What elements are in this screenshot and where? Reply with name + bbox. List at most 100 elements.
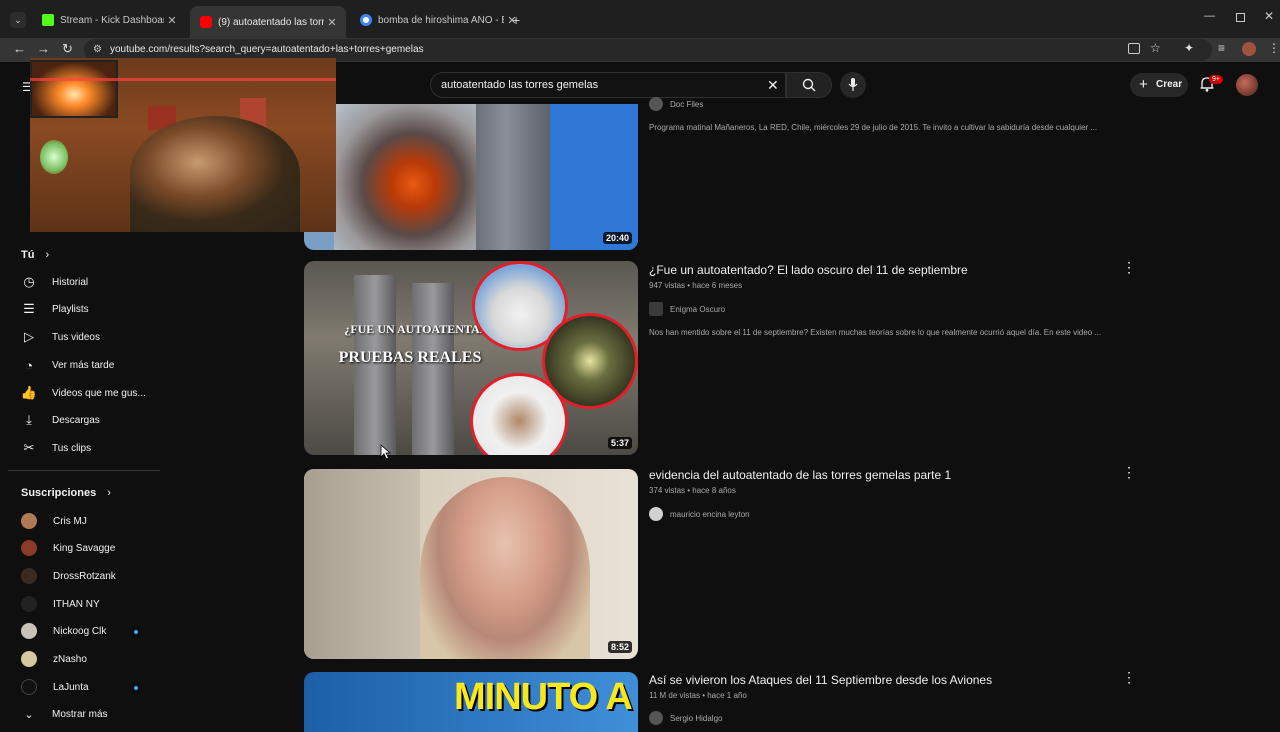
reload-icon[interactable]: ↻: [62, 41, 73, 57]
channel-name: mauricio encina leyton: [670, 509, 750, 519]
install-app-icon[interactable]: [1128, 43, 1140, 54]
video-thumbnail[interactable]: 20:40: [304, 104, 638, 250]
sidebar-item-playlists[interactable]: ☰ Playlists: [20, 297, 89, 321]
tab-title: (9) autoatentado las torres gem: [218, 16, 324, 28]
mouse-cursor-icon: [380, 444, 392, 460]
search-button[interactable]: [786, 72, 832, 98]
led-strip-area: [30, 78, 336, 81]
duration-badge: 20:40: [602, 232, 632, 244]
forward-icon[interactable]: →: [37, 41, 50, 56]
sidebar-item-liked-videos[interactable]: 👍 Videos que me gus...: [20, 381, 146, 405]
avatar: [649, 97, 663, 111]
create-button[interactable]: + Crear: [1130, 73, 1188, 97]
kick-favicon-icon: [42, 14, 54, 26]
sidebar-sub-king-savagge[interactable]: King Savagge: [20, 536, 115, 560]
sidebar-sub-drossrotzank[interactable]: DrossRotzank: [20, 564, 116, 588]
sidebar-sub-lajunta[interactable]: LaJunta: [20, 675, 89, 699]
sidebar-item-history[interactable]: ◷ Historial: [20, 270, 88, 294]
sidebar-item-downloads[interactable]: ⤓ Descargas: [20, 408, 100, 432]
sidebar-item-label: Cris MJ: [53, 515, 87, 527]
you-section-header[interactable]: Tú ›: [21, 249, 49, 261]
channel-name: Doc Files: [670, 99, 704, 109]
search-icon: [802, 78, 816, 92]
sidebar-item-clips[interactable]: ✂ Tus clips: [20, 436, 92, 460]
avatar: [21, 679, 37, 695]
portrait-image-area: [420, 477, 590, 659]
tab-title: bomba de hiroshima AÑO - Bu: [378, 14, 504, 26]
profile-avatar[interactable]: [1242, 42, 1256, 56]
more-actions-icon[interactable]: ⋮: [1122, 260, 1136, 274]
new-tab-plus-icon[interactable]: +: [512, 12, 520, 28]
channel-link[interactable]: Enigma Oscuro: [649, 301, 725, 317]
close-window-button[interactable]: ✕: [1264, 9, 1274, 23]
channel-name: Sergio Hidalgo: [670, 713, 723, 723]
tower-image-area: [412, 283, 454, 455]
close-icon[interactable]: ✕: [164, 14, 180, 27]
video-description: Programa matinal Mañaneros, La RED, Chil…: [649, 123, 1098, 132]
sidebar-divider: [8, 470, 160, 471]
channel-link[interactable]: mauricio encina leyton: [649, 506, 750, 522]
video-title[interactable]: Así se vivieron los Ataques del 11 Septi…: [649, 673, 992, 687]
tab-google-search[interactable]: bomba de hiroshima AÑO - Bu ✕: [350, 8, 526, 32]
clear-search-icon[interactable]: ✕: [767, 73, 779, 97]
person-image-area: [130, 116, 300, 232]
sidebar-item-label: Videos que me gus...: [52, 387, 146, 399]
channel-name: Enigma Oscuro: [670, 304, 726, 314]
video-meta: 947 vistas • hace 6 meses: [649, 281, 743, 290]
search-input[interactable]: autoatentado las torres gemelas ✕: [430, 72, 786, 98]
playlists-icon: ☰: [23, 301, 35, 316]
close-icon[interactable]: ✕: [324, 16, 340, 29]
back-icon[interactable]: ←: [13, 41, 26, 56]
media-controls-icon[interactable]: ≡: [1218, 41, 1225, 55]
sidebar-item-label: DrossRotzank: [53, 570, 116, 582]
video-title[interactable]: evidencia del autoatentado de las torres…: [649, 468, 951, 482]
sidebar-item-label: Tus clips: [52, 442, 92, 454]
channel-link[interactable]: Doc Files: [649, 96, 703, 112]
video-title[interactable]: ¿Fue un autoatentado? El lado oscuro del…: [649, 263, 968, 277]
chevron-down-icon: ⌄: [24, 708, 34, 721]
sidebar-show-more[interactable]: ⌄ Mostrar más: [20, 702, 107, 726]
chevron-right-icon: ›: [107, 487, 111, 499]
video-thumbnail[interactable]: 8:52: [304, 469, 638, 659]
tab-kick-dashboard[interactable]: Stream - Kick Dashboard ✕: [32, 8, 186, 32]
browser-menu-icon[interactable]: ⋮: [1268, 41, 1280, 55]
avatar: [21, 568, 37, 584]
thumbnail-caption: PRUEBAS REALES: [338, 349, 482, 366]
tab-search-button[interactable]: ⌄: [10, 12, 26, 28]
sidebar-item-label: Playlists: [52, 303, 89, 315]
sidebar-sub-nickoog-clk[interactable]: Nickoog Clk: [20, 619, 106, 643]
sidebar-sub-ithan-ny[interactable]: ITHAN NY: [20, 592, 100, 616]
youtube-favicon-icon: [200, 16, 212, 28]
sidebar-item-label: King Savagge: [53, 542, 116, 554]
avatar: [21, 513, 37, 529]
tab-youtube-search[interactable]: (9) autoatentado las torres gem ✕: [190, 6, 346, 38]
plus-icon: +: [1139, 76, 1148, 93]
more-actions-icon[interactable]: ⋮: [1122, 670, 1136, 684]
more-actions-icon[interactable]: ⋮: [1122, 465, 1136, 479]
webcam-overlay: [30, 58, 336, 232]
thumbnail-caption: MINUTO A: [454, 676, 633, 718]
duration-badge: 5:37: [607, 437, 632, 449]
bookmark-star-icon[interactable]: ☆: [1150, 41, 1161, 55]
sidebar-sub-znasho[interactable]: zNasho: [20, 647, 87, 671]
restore-button[interactable]: [1236, 13, 1245, 22]
channel-link[interactable]: Sergio Hidalgo: [649, 710, 722, 726]
liked-icon: 👍: [20, 385, 38, 400]
avatar: [21, 623, 37, 639]
sidebar-sub-cris-mj[interactable]: Cris MJ: [20, 509, 87, 533]
subscriptions-header[interactable]: Suscripciones ›: [21, 487, 111, 499]
fireplace-screen-area: [30, 60, 118, 118]
your-videos-icon: ▷: [24, 329, 34, 344]
video-thumbnail[interactable]: ¿FUE UN AUTOATENTADO? PRUEBAS REALES 5:3…: [304, 261, 638, 455]
create-label: Crear: [1156, 79, 1183, 90]
video-thumbnail[interactable]: MINUTO A: [304, 672, 638, 732]
account-avatar[interactable]: [1236, 74, 1258, 96]
extensions-icon[interactable]: ✦: [1184, 41, 1194, 55]
minimize-button[interactable]: —: [1204, 10, 1215, 22]
tab-title: Stream - Kick Dashboard: [60, 14, 164, 26]
smoke-image-area: [334, 104, 478, 250]
sidebar-item-watch-later[interactable]: ◔ Ver más tarde: [20, 353, 114, 377]
sidebar-item-your-videos[interactable]: ▷ Tus videos: [20, 325, 100, 349]
clips-icon: ✂: [23, 440, 35, 455]
voice-search-button[interactable]: [840, 72, 866, 98]
